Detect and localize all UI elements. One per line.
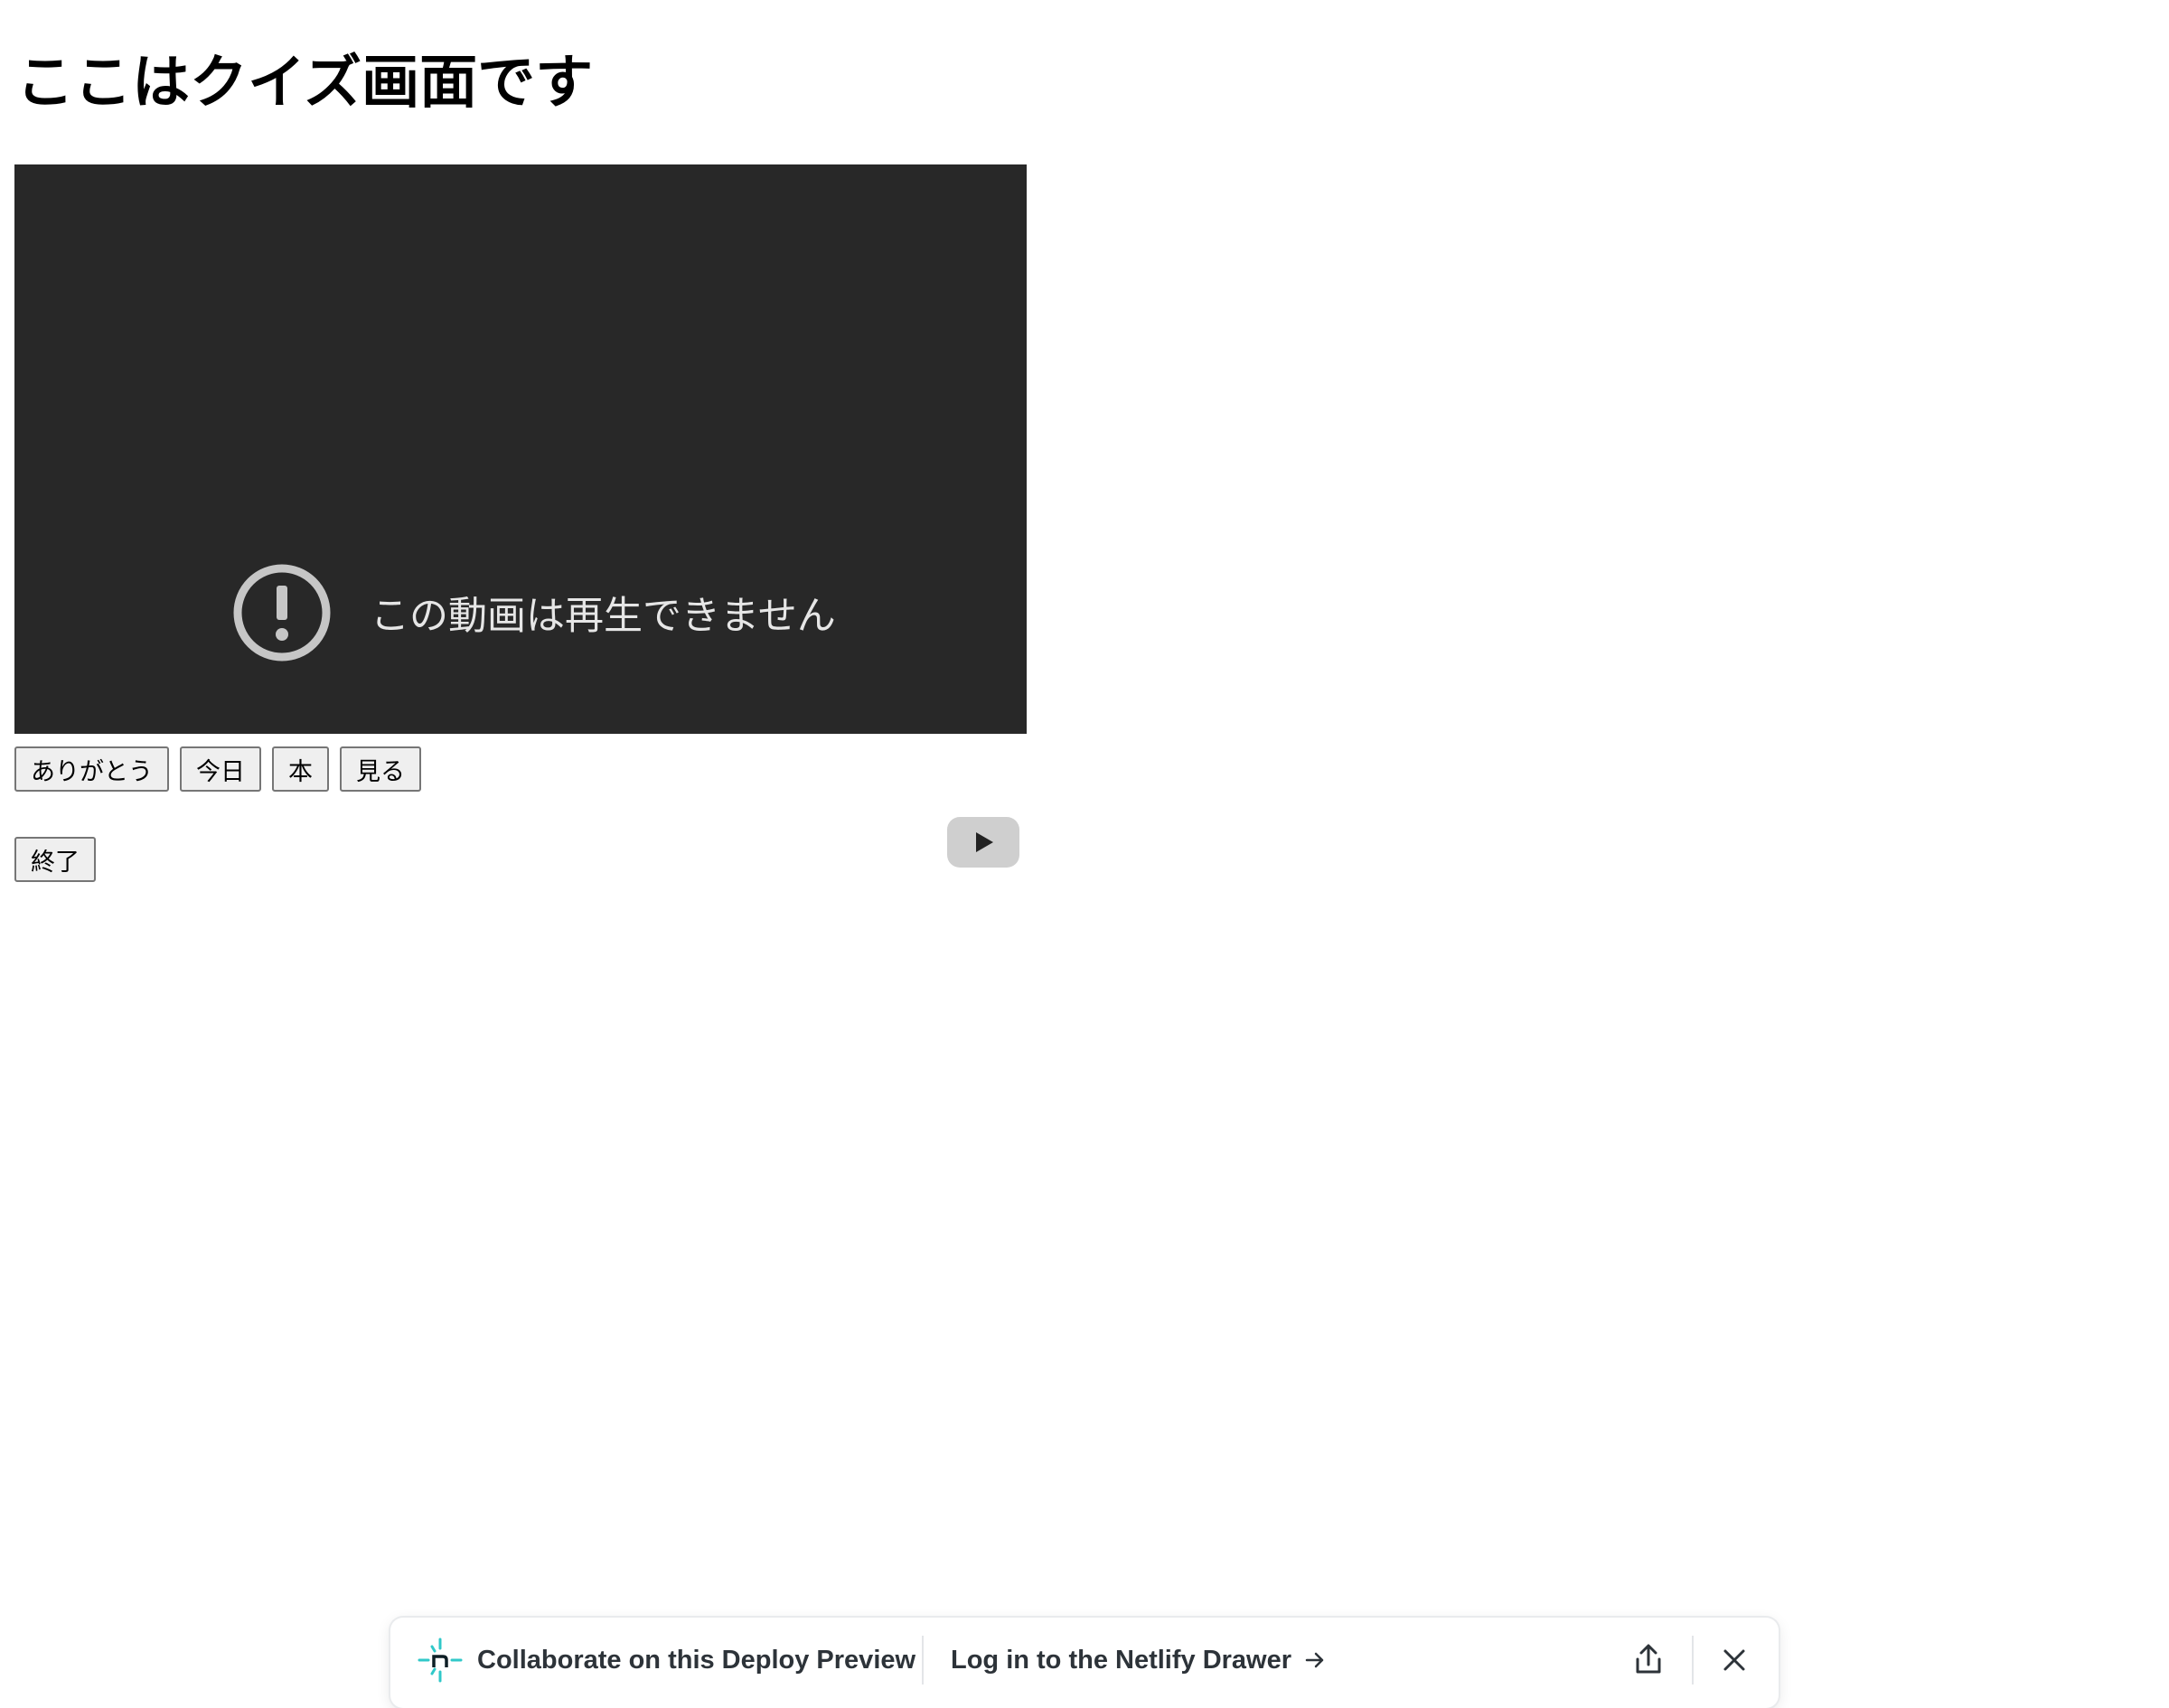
video-player[interactable]: この動画は再生できません <box>14 164 1027 868</box>
share-icon[interactable] <box>1630 1641 1667 1677</box>
divider <box>1692 1636 1694 1685</box>
video-error-message: この動画は再生できません <box>233 564 836 662</box>
arrow-right-icon <box>1305 1652 1324 1668</box>
collaborate-label: Collaborate on this Deploy Preview <box>477 1646 916 1675</box>
divider <box>922 1636 924 1685</box>
netlify-logo-icon <box>418 1638 463 1683</box>
choice-button-miru[interactable]: 見る <box>340 746 421 792</box>
end-button-container: 終了 <box>14 837 96 882</box>
answer-choices: ありがとう 今日 本 見る <box>14 746 421 792</box>
page-title: ここはクイズ画面です <box>16 50 594 117</box>
alert-circle-icon <box>233 564 331 662</box>
close-icon[interactable] <box>1721 1647 1748 1674</box>
choice-button-arigatou[interactable]: ありがとう <box>14 746 169 792</box>
choice-button-kyou[interactable]: 今日 <box>180 746 261 792</box>
login-link[interactable]: Log in to the Netlify Drawer <box>951 1639 1326 1681</box>
end-button[interactable]: 終了 <box>14 837 96 882</box>
youtube-logo-icon[interactable] <box>947 817 1019 868</box>
login-label: Log in to the Netlify Drawer <box>951 1646 1292 1675</box>
choice-button-hon[interactable]: 本 <box>272 746 329 792</box>
netlify-drawer-bar: Collaborate on this Deploy Preview Log i… <box>390 1618 1779 1708</box>
video-error-text: この動画は再生できません <box>371 594 836 639</box>
